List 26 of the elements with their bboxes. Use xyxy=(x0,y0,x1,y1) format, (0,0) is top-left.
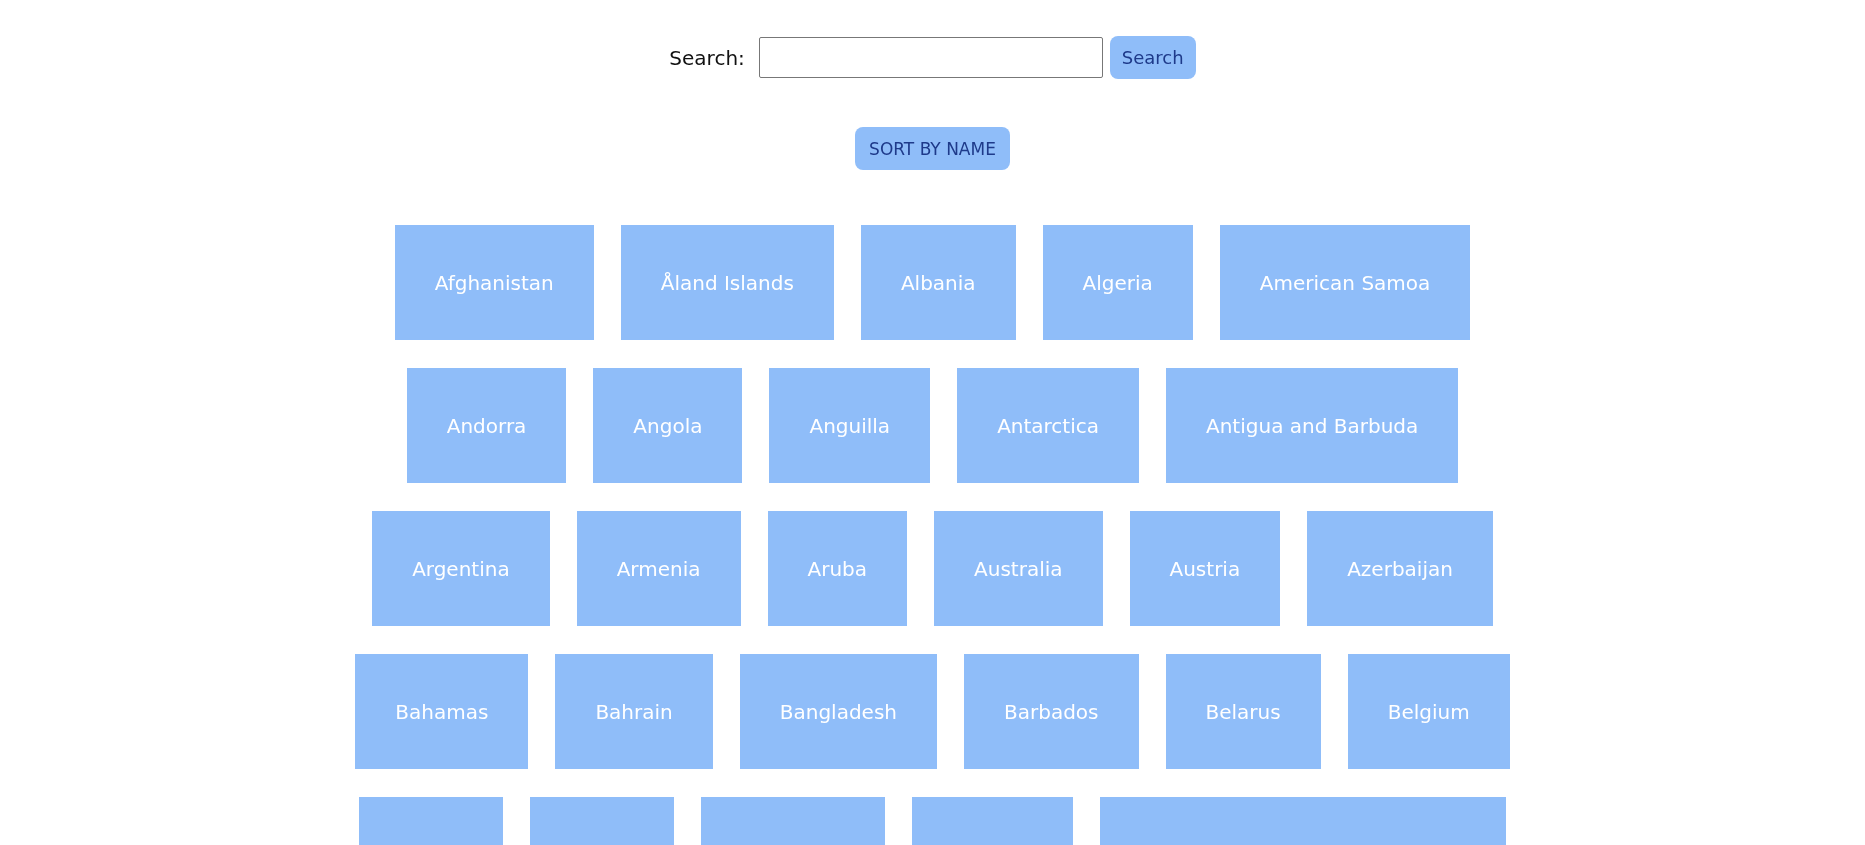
country-tile[interactable]: Australia xyxy=(934,511,1103,626)
search-field[interactable] xyxy=(758,37,1103,78)
country-tile[interactable]: Andorra xyxy=(406,368,567,483)
country-tile[interactable]: Afghanistan xyxy=(394,225,594,340)
search-label: Search: xyxy=(669,45,745,70)
country-tile[interactable]: Bahamas xyxy=(355,654,529,769)
country-tile[interactable]: Antarctica xyxy=(957,368,1139,483)
country-tile[interactable]: Belgium xyxy=(1347,654,1510,769)
search-button[interactable]: Search xyxy=(1109,36,1196,79)
country-tile[interactable]: Austria xyxy=(1129,511,1281,626)
country-tile[interactable]: Bangladesh xyxy=(739,654,937,769)
country-tile[interactable]: Argentina xyxy=(372,511,550,626)
country-tile[interactable]: Aruba xyxy=(767,511,908,626)
country-tile[interactable]: Azerbaijan xyxy=(1307,511,1493,626)
country-tile[interactable]: Åland Islands xyxy=(620,225,834,340)
country-tile[interactable]: Barbados xyxy=(964,654,1139,769)
country-tile[interactable]: Angola xyxy=(593,368,743,483)
country-tile[interactable]: Algeria xyxy=(1042,225,1193,340)
country-tile[interactable]: Belarus xyxy=(1165,654,1321,769)
country-tile[interactable]: American Samoa xyxy=(1219,225,1471,340)
country-tile[interactable]: Bahrain xyxy=(555,654,713,769)
country-tile[interactable]: Anguilla xyxy=(769,368,931,483)
country-tile[interactable]: Albania xyxy=(860,225,1016,340)
sort-button[interactable]: SORT BY NAME xyxy=(855,127,1010,170)
country-tile[interactable]: Antigua and Barbuda xyxy=(1166,368,1459,483)
country-tile[interactable]: Armenia xyxy=(576,511,741,626)
